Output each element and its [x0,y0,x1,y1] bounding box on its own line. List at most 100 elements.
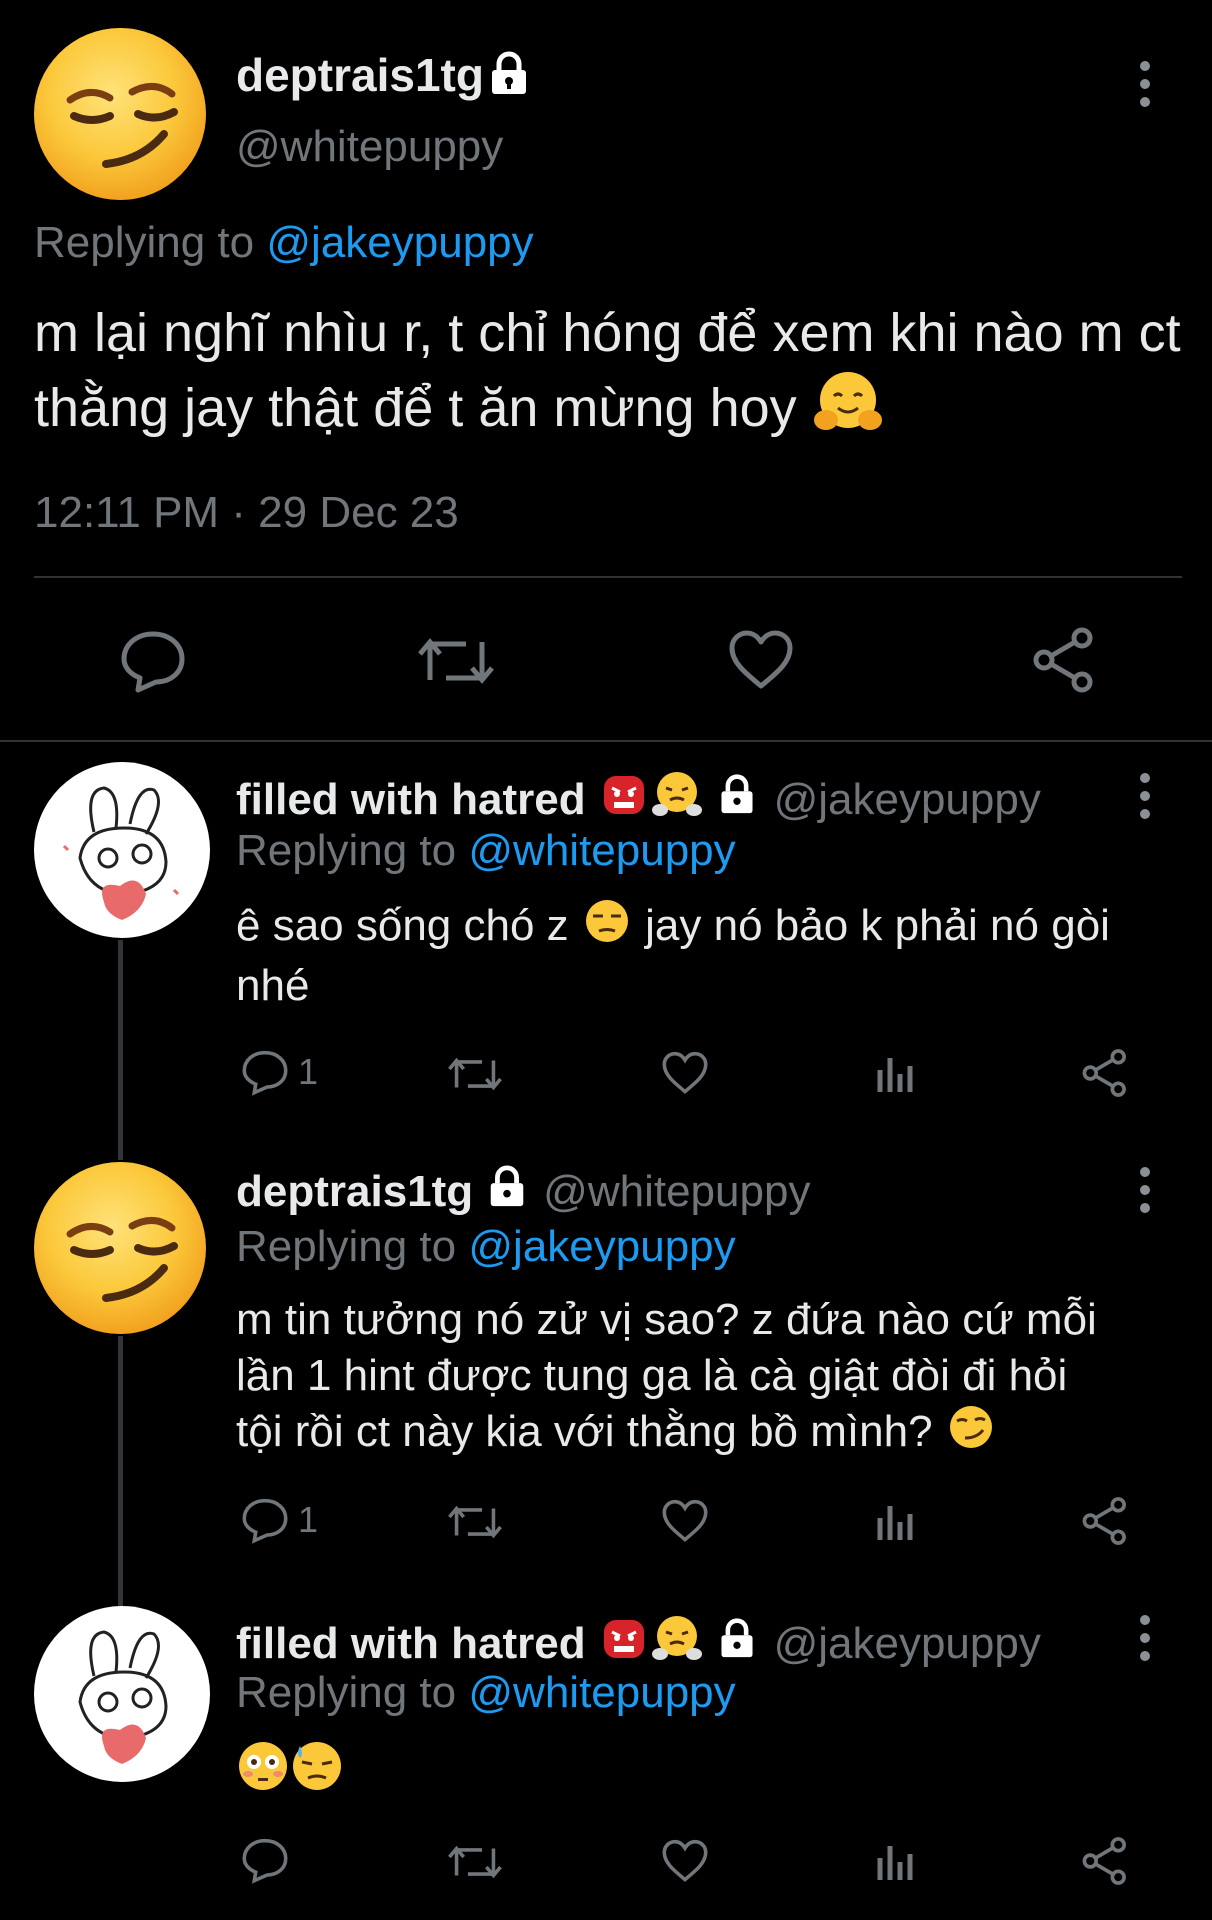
share-button[interactable] [1030,626,1098,694]
steam-face-icon [651,770,702,829]
reply-icon [121,631,185,693]
bunny-avatar-icon [62,786,180,920]
reply-button[interactable] [240,1836,290,1884]
avatar[interactable] [34,1606,210,1782]
like-button[interactable] [660,1050,710,1096]
reply-text [236,1740,344,1797]
retweet-icon [448,1845,502,1879]
avatar[interactable] [34,28,206,200]
reply-icon [242,1838,288,1884]
retweet-icon [418,638,494,684]
reply-text-part: ê sao sống chó z [236,901,569,950]
handle[interactable]: @whitepuppy [543,1167,810,1217]
steam-face-icon [651,1614,702,1673]
reply-text: ê sao sống chó z jay nó bảo k phải nó gò… [236,898,1176,1014]
like-icon [662,1499,708,1542]
replying-to: Replying to @whitepuppy [236,826,736,876]
replying-prefix: Replying to [236,1668,457,1717]
downcast-sweat-face-icon [290,1740,344,1797]
tweet-text-body: m lại nghĩ nhìu r, t chỉ hóng để xem khi… [34,303,1181,438]
share-icon [1082,1497,1126,1545]
share-button[interactable] [1080,1048,1130,1098]
reply-icon [242,1050,288,1096]
avatar[interactable] [34,762,210,938]
bunny-avatar-icon [78,1630,168,1764]
reply-count: 1 [298,1051,319,1092]
reply-text-line: m tin tưởng nó zử vị sao? z đứa nào cứ m… [236,1295,1097,1344]
replying-prefix: Replying to [236,1222,457,1271]
reply-header: deptrais1tg @whitepuppy [236,1164,810,1219]
reply-count: 1 [298,1499,319,1540]
display-name[interactable]: deptrais1tg [236,1167,473,1217]
display-name[interactable]: filled with hatred [236,1619,586,1669]
section-divider [0,740,1212,742]
handle[interactable]: @jakeypuppy [774,1619,1041,1669]
lock-icon [485,1164,529,1219]
flushed-face-icon [236,1740,290,1797]
share-icon [1082,1049,1126,1097]
reply-button[interactable]: 1 [240,1496,318,1544]
like-button[interactable] [726,628,796,692]
like-button[interactable] [660,1498,710,1544]
retweet-button[interactable] [416,630,496,692]
display-name[interactable]: filled with hatred [236,775,586,825]
more-options-button[interactable] [1130,60,1160,113]
reply-text-part: jay nó bảo k phải nó gòi [645,901,1110,950]
retweet-button[interactable] [446,1052,504,1096]
unamused-face-icon [581,898,633,958]
share-button[interactable] [1080,1836,1130,1886]
display-name[interactable]: deptrais1tg [236,48,484,102]
views-button[interactable] [874,1840,918,1884]
replying-to-link[interactable]: @whitepuppy [468,826,735,875]
replying-to: Replying to @jakeypuppy [34,218,534,268]
more-vertical-icon [1140,1167,1150,1213]
replying-to-link[interactable]: @jakeypuppy [266,218,533,267]
smirk-face-icon [66,83,178,168]
more-options-button[interactable] [1130,1166,1160,1219]
reply-icon [242,1498,288,1544]
like-button[interactable] [660,1838,710,1884]
divider [34,576,1182,578]
replying-to-link[interactable]: @whitepuppy [468,1668,735,1717]
reply-text-line: lần 1 hint được tung ga là cà giật đòi đ… [236,1351,1068,1400]
hugging-face-icon [812,370,884,453]
lock-icon [716,1617,758,1670]
views-button[interactable] [874,1500,918,1544]
thread-line [118,1336,123,1606]
views-icon [877,1506,913,1540]
more-options-button[interactable] [1130,1614,1160,1667]
reply-text-line: tội rồi ct này kia với thằng bồ mình? [236,1407,933,1456]
retweet-button[interactable] [446,1840,504,1884]
retweet-icon [448,1505,502,1539]
handle[interactable]: @jakeypuppy [774,775,1041,825]
reply-text-part: nhé [236,961,310,1011]
retweet-button[interactable] [446,1500,504,1544]
views-button[interactable] [874,1052,918,1096]
replying-prefix: Replying to [34,218,255,267]
like-icon [729,630,793,689]
more-vertical-icon [1140,61,1150,107]
timestamp[interactable]: 12:11 PM · 29 Dec 23 [34,488,459,538]
more-options-button[interactable] [1130,772,1160,825]
reply-header: filled with hatred @jakeypuppy [236,770,1041,829]
reply-button[interactable] [118,628,188,694]
reply-header: filled with hatred @jakeypuppy [236,1614,1041,1673]
avatar[interactable] [34,1162,206,1334]
like-icon [662,1839,708,1882]
handle[interactable]: @whitepuppy [236,122,503,172]
views-icon [877,1058,913,1092]
reply-button[interactable]: 1 [240,1048,318,1096]
reply-text: m tin tưởng nó zử vị sao? z đứa nào cứ m… [236,1292,1176,1464]
share-icon [1082,1837,1126,1885]
retweet-icon [448,1057,502,1091]
more-vertical-icon [1140,1615,1150,1661]
share-button[interactable] [1080,1496,1130,1546]
thread-line [118,940,123,1160]
lock-icon [716,773,758,826]
replying-to-link[interactable]: @jakeypuppy [468,1222,735,1271]
replying-prefix: Replying to [236,826,457,875]
replying-to: Replying to @whitepuppy [236,1668,736,1718]
goblin-icon [600,1614,648,1673]
views-icon [877,1846,913,1880]
more-vertical-icon [1140,773,1150,819]
